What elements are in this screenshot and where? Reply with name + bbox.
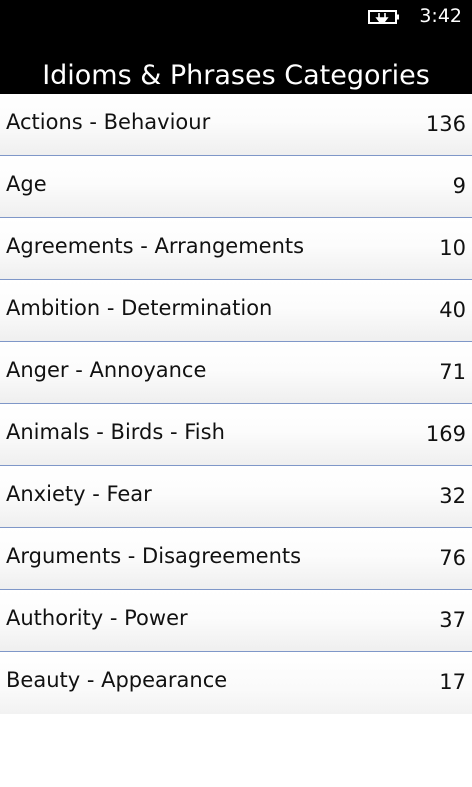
list-item[interactable]: Actions - Behaviour 136: [0, 94, 472, 156]
category-count: 10: [439, 236, 466, 260]
category-count: 9: [452, 174, 466, 198]
category-count: 32: [439, 484, 466, 508]
category-count: 76: [439, 546, 466, 570]
category-count: 71: [439, 360, 466, 384]
category-count: 169: [425, 422, 466, 446]
category-label: Actions - Behaviour: [6, 110, 211, 134]
list-item[interactable]: Beauty - Appearance 17: [0, 652, 472, 714]
list-item[interactable]: Arguments - Disagreements 76: [0, 528, 472, 590]
list-item[interactable]: Authority - Power 37: [0, 590, 472, 652]
category-label: Anxiety - Fear: [6, 482, 152, 506]
category-count: 37: [439, 608, 466, 632]
list-item[interactable]: Ambition - Determination 40: [0, 280, 472, 342]
list-item[interactable]: Anxiety - Fear 32: [0, 466, 472, 528]
category-label: Beauty - Appearance: [6, 668, 228, 692]
category-count: 136: [425, 112, 466, 136]
list-item[interactable]: Agreements - Arrangements 10: [0, 218, 472, 280]
category-label: Arguments - Disagreements: [6, 544, 302, 568]
category-label: Anger - Annoyance: [6, 358, 207, 382]
category-label: Ambition - Determination: [6, 296, 273, 320]
status-bar: 3:42: [0, 0, 472, 36]
category-label: Authority - Power: [6, 606, 188, 630]
page-title: Idioms & Phrases Categories: [42, 60, 430, 91]
category-count: 40: [439, 298, 466, 322]
status-clock: 3:42: [419, 5, 462, 27]
category-label: Age: [6, 172, 47, 196]
battery-charging-icon: [368, 8, 402, 26]
category-label: Agreements - Arrangements: [6, 234, 305, 258]
category-label: Animals - Birds - Fish: [6, 420, 225, 444]
app-header: Idioms & Phrases Categories: [0, 36, 472, 94]
list-item[interactable]: Anger - Annoyance 71: [0, 342, 472, 404]
category-count: 17: [439, 670, 466, 694]
list-item[interactable]: Animals - Birds - Fish 169: [0, 404, 472, 466]
category-list: Actions - Behaviour 136 Age 9 Agreements…: [0, 94, 472, 714]
list-item[interactable]: Age 9: [0, 156, 472, 218]
